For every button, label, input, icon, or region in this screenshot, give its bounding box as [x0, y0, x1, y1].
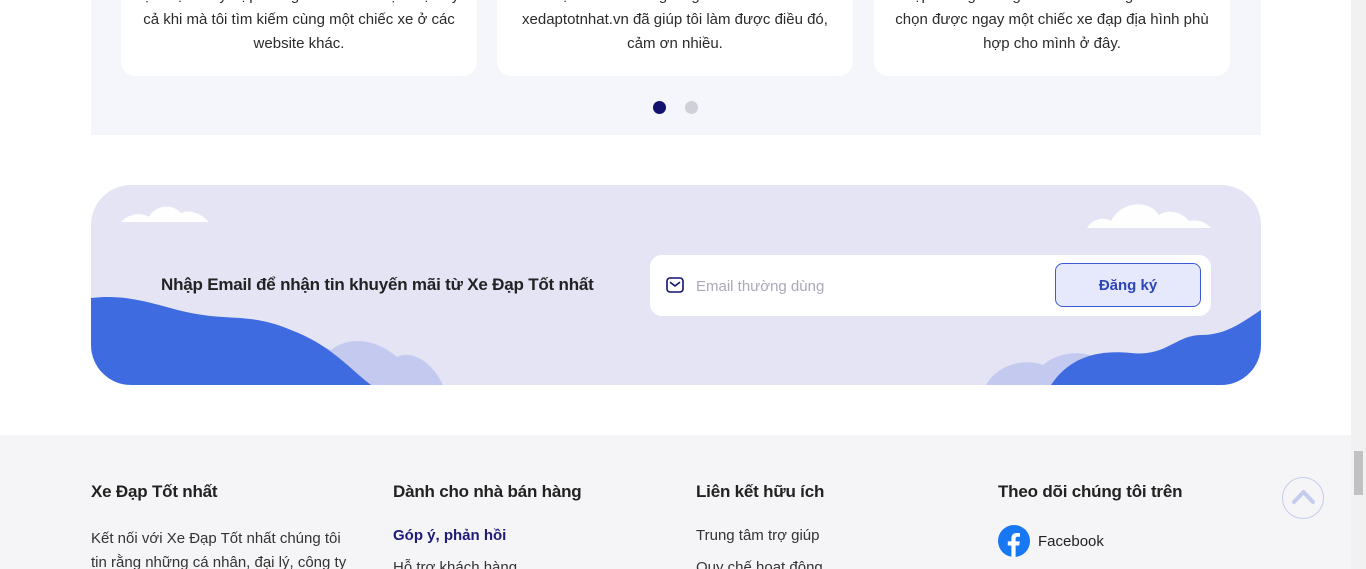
footer-link-help-center[interactable]: Trung tâm trợ giúp — [696, 527, 820, 544]
footer-heading-links: Liên kết hữu ích — [696, 482, 825, 501]
footer-link-regulations[interactable]: Quy chế hoạt động — [696, 559, 823, 569]
carousel-pagination — [91, 101, 1261, 115]
testimonial-card: khu vực tôi sinh sống và giá cả rẻ hơn n… — [497, 0, 853, 76]
testimonial-text-line: xedaptotnhat.vn đã giúp tôi làm được điề… — [522, 11, 828, 28]
subscribe-button[interactable]: Đăng ký — [1055, 263, 1201, 307]
facebook-label: Facebook — [1038, 532, 1104, 550]
testimonial-cards: dịch vụ ở đây hợp bàn giá rẻ hơn và dịch… — [121, 0, 1231, 76]
newsletter-banner: Nhập Email để nhận tin khuyến mãi từ Xe … — [91, 185, 1261, 385]
testimonial-text-line: hợp cho mình ở đây. — [983, 35, 1121, 52]
testimonials-section: dịch vụ ở đây hợp bàn giá rẻ hơn và dịch… — [91, 0, 1261, 135]
footer-link-feedback[interactable]: Góp ý, phản hồi — [393, 527, 506, 544]
newsletter-form: Đăng ký — [650, 255, 1211, 316]
footer-heading-about: Xe Đạp Tốt nhất — [91, 482, 218, 501]
email-input[interactable] — [696, 269, 1046, 303]
back-to-top-button[interactable] — [1282, 477, 1324, 519]
footer-heading-sellers: Dành cho nhà bán hàng — [393, 482, 582, 501]
newsletter-title: Nhập Email để nhận tin khuyến mãi từ Xe … — [161, 275, 594, 294]
testimonial-text-line: đạp. Đừng không mất nhiều thời gian để e… — [890, 0, 1214, 8]
testimonial-text-line: chọn được ngay một chiếc xe đạp địa hình… — [895, 11, 1209, 28]
facebook-icon — [998, 525, 1030, 557]
page: dịch vụ ở đây hợp bàn giá rẻ hơn và dịch… — [0, 0, 1366, 569]
mail-icon — [666, 277, 684, 293]
carousel-dot-2[interactable] — [685, 101, 698, 114]
testimonial-text-line: dịch vụ ở đây hợp bàn giá rẻ hơn và dịch… — [137, 0, 477, 8]
testimonial-text-line: cả khi mà tôi tìm kiếm cùng một chiếc xe… — [143, 11, 455, 28]
page-scrollbar[interactable] — [1351, 0, 1366, 569]
social-link-facebook[interactable]: Facebook — [998, 525, 1104, 557]
footer-about-text: Kết nối với Xe Đạp Tốt nhất chúng tôi ti… — [91, 527, 346, 569]
testimonial-text-line: cảm ơn nhiều. — [627, 35, 723, 52]
testimonial-card: đạp. Đừng không mất nhiều thời gian để e… — [874, 0, 1230, 76]
footer-about-line: tin rằng những cá nhân, đại lý, công ty — [91, 554, 347, 569]
footer-about-line: Kết nối với Xe Đạp Tốt nhất chúng tôi — [91, 530, 341, 547]
scrollbar-thumb[interactable] — [1354, 451, 1363, 495]
footer-heading-social: Theo dõi chúng tôi trên — [998, 482, 1183, 501]
testimonial-text-line: website khác. — [253, 35, 345, 52]
testimonial-card: dịch vụ ở đây hợp bàn giá rẻ hơn và dịch… — [121, 0, 477, 76]
chevron-up-icon — [1291, 490, 1315, 504]
testimonial-text-line: khu vực tôi sinh sống và giá cả rẻ hơn n… — [513, 0, 837, 8]
carousel-dot-1[interactable] — [653, 101, 666, 114]
footer-link-support[interactable]: Hỗ trợ khách hàng — [393, 559, 517, 569]
site-footer: Xe Đạp Tốt nhất Kết nối với Xe Đạp Tốt n… — [0, 435, 1351, 569]
